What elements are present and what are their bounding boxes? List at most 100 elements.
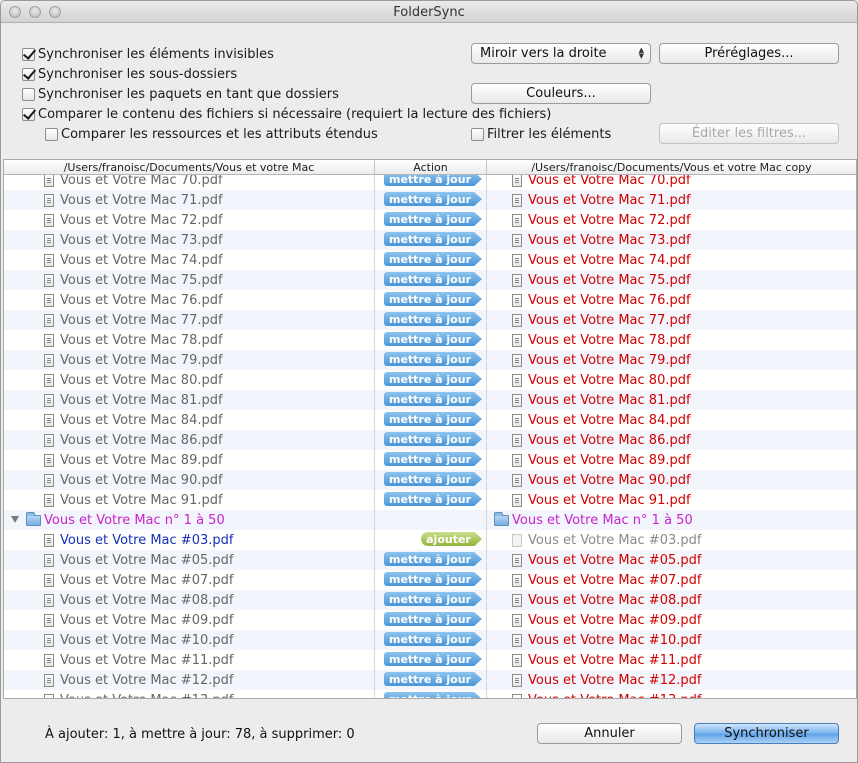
update-action-badge[interactable]: mettre à jour [384, 392, 482, 406]
table-row[interactable]: Vous et Votre Mac 79.pdf mettre à jour Vou… [4, 350, 856, 370]
pdf-file-icon [512, 693, 522, 698]
table-row[interactable]: Vous et Votre Mac 86.pdf mettre à jour Vou… [4, 430, 856, 450]
sync-packages-checkbox[interactable] [22, 87, 35, 101]
sync-invisible-option[interactable]: Synchroniser les éléments invisibles [22, 45, 274, 63]
left-item-name: Vous et Votre Mac #05.pdf [60, 552, 234, 568]
update-action-badge[interactable]: mettre à jour [384, 252, 482, 266]
table-row[interactable]: Vous et Votre Mac 74.pdf mettre à jour Vou… [4, 250, 856, 270]
pdf-file-icon [512, 253, 522, 267]
sync-mode-select[interactable]: Miroir vers la droite ▲ ▼ [471, 43, 651, 64]
pdf-file-icon [44, 493, 54, 507]
table-row[interactable]: Vous et Votre Mac 77.pdf mettre à jour Vou… [4, 310, 856, 330]
foldersync-window: FolderSync Synchroniser les éléments inv… [0, 0, 858, 763]
right-item: Vous et Votre Mac 71.pdf [512, 190, 691, 210]
update-action-badge[interactable]: mettre à jour [384, 452, 482, 466]
sync-mode-value: Miroir vers la droite [480, 46, 607, 61]
compare-resources-label: Comparer les ressources et les attributs… [61, 126, 378, 142]
update-action-badge[interactable]: mettre à jour [384, 332, 482, 346]
left-item-name: Vous et Votre Mac #03.pdf [60, 532, 234, 548]
table-row[interactable]: Vous et Votre Mac #08.pdf mettre à jour Vo… [4, 590, 856, 610]
header-right-path[interactable]: /Users/franoisc/Documents/Vous et votre … [487, 161, 856, 174]
column-divider [486, 175, 487, 698]
sync-packages-option[interactable]: Synchroniser les paquets en tant que dos… [22, 85, 339, 103]
disclosure-triangle-icon[interactable] [11, 516, 19, 523]
pdf-file-icon [44, 313, 54, 327]
update-action-badge[interactable]: mettre à jour [384, 592, 482, 606]
pdf-file-icon [512, 233, 522, 247]
right-item: Vous et Votre Mac 76.pdf [512, 290, 691, 310]
update-action-badge[interactable]: mettre à jour [384, 472, 482, 486]
sync-invisible-checkbox[interactable] [22, 47, 35, 61]
sync-subfolders-checkbox[interactable] [22, 67, 35, 81]
table-row[interactable]: Vous et Votre Mac 72.pdf mettre à jour Vou… [4, 210, 856, 230]
table-row[interactable]: Vous et Votre Mac 75.pdf mettre à jour Vou… [4, 270, 856, 290]
update-action-badge[interactable]: mettre à jour [384, 232, 482, 246]
sync-packages-label: Synchroniser les paquets en tant que dos… [38, 86, 339, 102]
compare-resources-checkbox[interactable] [45, 127, 58, 141]
update-action-badge[interactable]: mettre à jour [384, 692, 482, 698]
table-row[interactable]: Vous et Votre Mac 80.pdf mettre à jour Vou… [4, 370, 856, 390]
compare-resources-option[interactable]: Comparer les ressources et les attributs… [45, 125, 378, 143]
sync-subfolders-option[interactable]: Synchroniser les sous-dossiers [22, 65, 237, 83]
filter-items-option[interactable]: Filtrer les éléments [471, 125, 611, 143]
update-action-badge[interactable]: mettre à jour [384, 672, 482, 686]
update-action-badge[interactable]: mettre à jour [384, 432, 482, 446]
right-item: Vous et Votre Mac 84.pdf [512, 410, 691, 430]
update-action-badge[interactable]: mettre à jour [384, 552, 482, 566]
right-item: Vous et Votre Mac 73.pdf [512, 230, 691, 250]
left-item: Vous et Votre Mac #13.pdf [44, 690, 233, 698]
update-action-badge[interactable]: mettre à jour [384, 572, 482, 586]
sync-table[interactable]: Vous et Votre Mac 70.pdf mettre à jour Vou… [3, 159, 857, 699]
synchronize-button[interactable]: Synchroniser [694, 723, 839, 744]
update-action-badge[interactable]: mettre à jour [384, 212, 482, 226]
update-action-badge[interactable]: mettre à jour [384, 312, 482, 326]
left-item: Vous et Votre Mac 77.pdf [44, 310, 223, 330]
right-item-name: Vous et Votre Mac 73.pdf [528, 232, 691, 248]
update-action-badge[interactable]: mettre à jour [384, 192, 482, 206]
pdf-file-icon [512, 373, 522, 387]
update-action-badge[interactable]: mettre à jour [384, 652, 482, 666]
table-row[interactable]: Vous et Votre Mac 91.pdf mettre à jour Vou… [4, 490, 856, 510]
compare-contents-checkbox[interactable] [22, 107, 35, 121]
table-row[interactable]: Vous et Votre Mac #13.pdf mettre à jour Vo… [4, 690, 856, 698]
left-item: Vous et Votre Mac n° 1 à 50 [26, 510, 225, 530]
update-action-badge[interactable]: mettre à jour [384, 612, 482, 626]
right-item: Vous et Votre Mac #13.pdf [512, 690, 701, 698]
update-action-badge[interactable]: mettre à jour [384, 292, 482, 306]
table-row[interactable]: Vous et Votre Mac #10.pdf mettre à jour Vo… [4, 630, 856, 650]
left-item-name: Vous et Votre Mac #11.pdf [60, 652, 234, 668]
update-action-badge[interactable]: mettre à jour [384, 412, 482, 426]
update-action-badge[interactable]: mettre à jour [384, 372, 482, 386]
update-action-badge[interactable]: mettre à jour [384, 632, 482, 646]
table-row[interactable]: Vous et Votre Mac 73.pdf mettre à jour Vou… [4, 230, 856, 250]
table-row[interactable]: Vous et Votre Mac #03.pdf ajouter Vous et … [4, 530, 856, 550]
compare-contents-option[interactable]: Comparer le contenu des fichiers si néce… [22, 105, 551, 123]
table-row[interactable]: Vous et Votre Mac 90.pdf mettre à jour Vou… [4, 470, 856, 490]
pdf-file-icon [512, 613, 522, 627]
filter-items-checkbox[interactable] [471, 127, 484, 141]
right-item: Vous et Votre Mac #03.pdf [512, 530, 701, 550]
table-row[interactable]: Vous et Votre Mac 71.pdf mettre à jour Vou… [4, 190, 856, 210]
colors-button[interactable]: Couleurs... [471, 83, 651, 104]
update-action-badge[interactable]: mettre à jour [384, 272, 482, 286]
table-row[interactable]: Vous et Votre Mac #11.pdf mettre à jour Vo… [4, 650, 856, 670]
table-row[interactable]: Vous et Votre Mac #09.pdf mettre à jour Vo… [4, 610, 856, 630]
left-item-name: Vous et Votre Mac 72.pdf [60, 212, 223, 228]
table-row[interactable]: Vous et Votre Mac #05.pdf mettre à jour Vo… [4, 550, 856, 570]
presets-button[interactable]: Préréglages... [659, 43, 839, 64]
table-row[interactable]: Vous et Votre Mac #12.pdf mettre à jour Vo… [4, 670, 856, 690]
update-action-badge[interactable]: mettre à jour [384, 492, 482, 506]
header-left-path[interactable]: /Users/franoisc/Documents/Vous et votre … [4, 161, 374, 174]
sync-invisible-label: Synchroniser les éléments invisibles [38, 46, 274, 62]
folder-row[interactable]: Vous et Votre Mac n° 1 à 50 Vous et Votre… [4, 510, 856, 530]
header-action[interactable]: Action [375, 161, 486, 174]
update-action-badge[interactable]: mettre à jour [384, 352, 482, 366]
cancel-button[interactable]: Annuler [537, 723, 682, 744]
table-row[interactable]: Vous et Votre Mac 76.pdf mettre à jour Vou… [4, 290, 856, 310]
table-row[interactable]: Vous et Votre Mac 89.pdf mettre à jour Vou… [4, 450, 856, 470]
table-row[interactable]: Vous et Votre Mac #07.pdf mettre à jour Vo… [4, 570, 856, 590]
table-row[interactable]: Vous et Votre Mac 84.pdf mettre à jour Vou… [4, 410, 856, 430]
table-row[interactable]: Vous et Votre Mac 78.pdf mettre à jour Vou… [4, 330, 856, 350]
add-action-badge[interactable]: ajouter [421, 532, 482, 546]
table-row[interactable]: Vous et Votre Mac 81.pdf mettre à jour Vou… [4, 390, 856, 410]
